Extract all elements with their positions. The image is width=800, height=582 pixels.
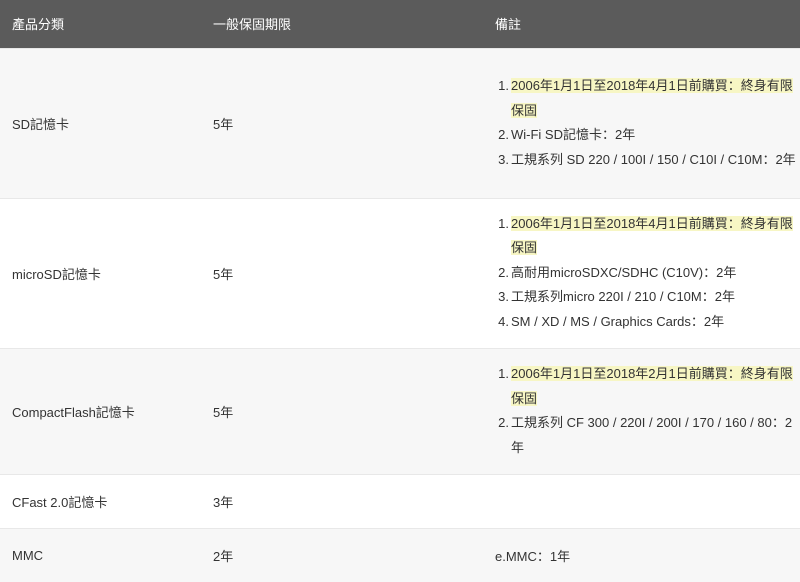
notes-cell: 1. 2006年1月1日至2018年4月1日前購買：終身有限保固 2. Wi-Fi … [485, 47, 800, 198]
note-text: 工規系列 SD 220 / 100I / 150 / C10I / C10M：2… [511, 151, 796, 167]
notes-list: 1. 2006年1月1日至2018年4月1日前購買：終身有限保固 2. Wi-Fi … [495, 74, 800, 172]
notes-cell: e.MMC：1年 [485, 527, 800, 582]
product-category: CompactFlash記憶卡 [0, 347, 200, 474]
warranty-period: 3年 [200, 473, 485, 528]
note-item: 2. 高耐用microSDXC/SDHC (C10V)：2年 [498, 264, 737, 280]
notes-cell: 1. 2006年1月1日至2018年2月1日前購買：終身有限保固 2. 工規系列 C… [485, 347, 800, 474]
note-text: 高耐用microSDXC/SDHC (C10V)：2年 [511, 264, 737, 280]
note-item: 2. 工規系列 CF 300 / 220I / 200I / 170 / 160 … [498, 415, 793, 455]
note-item: 4. SM / XD / MS / Graphics Cards：2年 [498, 313, 725, 329]
note-text: SM / XD / MS / Graphics Cards：2年 [511, 313, 725, 329]
note-text: Wi-Fi SD記憶卡：2年 [511, 127, 636, 142]
product-category: SD記憶卡 [0, 47, 200, 198]
table-row: MMC 2年 e.MMC：1年 [0, 527, 800, 582]
highlighted-note-text: 2006年1月1日至2018年4月1日前購買：終身有限保固 [511, 78, 793, 118]
notes-list: 1. 2006年1月1日至2018年2月1日前購買：終身有限保固 2. 工規系列 C… [495, 362, 800, 460]
warranty-period: 5年 [200, 47, 485, 198]
notes-cell [485, 473, 800, 528]
table-row: microSD記憶卡 5年 1. 2006年1月1日至2018年4月1日前購買：終… [0, 197, 800, 348]
table-header: 產品分類 一般保固期限 備註 [0, 0, 800, 48]
note-text: 工規系列micro 220I / 210 / C10M：2年 [511, 289, 735, 305]
header-notes: 備註 [495, 17, 522, 33]
notes-cell: 1. 2006年1月1日至2018年4月1日前購買：終身有限保固 2. 高耐用mic… [485, 197, 800, 348]
note-item: 3. 工規系列 SD 220 / 100I / 150 / C10I / C10M… [498, 151, 796, 167]
table-row: SD記憶卡 5年 1. 2006年1月1日至2018年4月1日前購買：終身有限保固… [0, 47, 800, 198]
notes-list: 1. 2006年1月1日至2018年4月1日前購買：終身有限保固 2. 高耐用mic… [495, 212, 800, 335]
note-item: 2. Wi-Fi SD記憶卡：2年 [498, 127, 636, 142]
warranty-table: 產品分類 一般保固期限 備註 SD記憶卡 5年 1. 2006年1月1日至2018… [0, 0, 800, 582]
warranty-period: 2年 [200, 527, 485, 582]
note-item: 3. 工規系列micro 220I / 210 / C10M：2年 [498, 289, 735, 305]
header-warranty-period: 一般保固期限 [213, 17, 292, 33]
table-row: CompactFlash記憶卡 5年 1. 2006年1月1日至2018年2月1日… [0, 347, 800, 474]
note-item: 1. 2006年1月1日至2018年4月1日前購買：終身有限保固 [498, 78, 793, 118]
note-item: 1. 2006年1月1日至2018年2月1日前購買：終身有限保固 [498, 366, 793, 406]
header-category: 產品分類 [12, 17, 65, 33]
table-body: SD記憶卡 5年 1. 2006年1月1日至2018年4月1日前購買：終身有限保固… [0, 47, 800, 582]
warranty-period: 5年 [200, 197, 485, 348]
product-category: CFast 2.0記憶卡 [0, 473, 200, 528]
warranty-period: 5年 [200, 347, 485, 474]
note-item: 1. 2006年1月1日至2018年4月1日前購買：終身有限保固 [498, 215, 793, 256]
product-category: MMC [0, 527, 200, 582]
note-text: 工規系列 CF 300 / 220I / 200I / 170 / 160 / … [511, 415, 793, 455]
product-category: microSD記憶卡 [0, 197, 200, 348]
highlighted-note-text: 2006年1月1日至2018年4月1日前購買：終身有限保固 [511, 215, 793, 256]
highlighted-note-text: 2006年1月1日至2018年2月1日前購買：終身有限保固 [511, 366, 793, 406]
header-row: 產品分類 一般保固期限 備註 [0, 0, 800, 48]
table-row: CFast 2.0記憶卡 3年 [0, 473, 800, 528]
